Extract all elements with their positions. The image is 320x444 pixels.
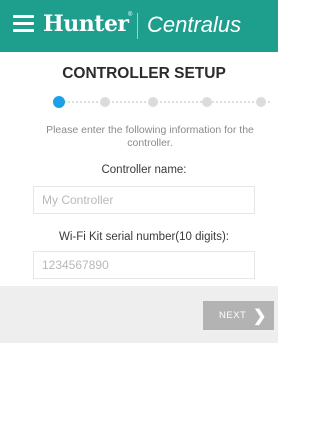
chevron-right-icon: ❯: [253, 308, 267, 325]
header-divider: [137, 13, 138, 39]
hamburger-menu-icon[interactable]: [13, 15, 34, 33]
controller-name-label: Controller name:: [101, 164, 187, 176]
instructions-text: Please enter the following information f…: [46, 124, 254, 149]
main-content: CONTROLLER SETUP Please enter the follow…: [0, 52, 278, 444]
next-button-label: NEXT: [219, 310, 247, 321]
step-3-indicator: [148, 97, 158, 107]
step-1-indicator: [53, 96, 65, 108]
step-2-indicator: [100, 97, 110, 107]
controller-name-input[interactable]: [33, 186, 255, 214]
next-button[interactable]: NEXT ❯: [203, 301, 274, 330]
step-5-indicator: [256, 97, 266, 107]
serial-number-label: Wi-Fi Kit serial number(10 digits):: [59, 231, 229, 243]
registered-mark: ®: [128, 12, 133, 18]
app-header: Hunter ® Centralus: [0, 0, 278, 52]
page-title: CONTROLLER SETUP: [62, 65, 226, 82]
action-bar: NEXT ❯: [0, 286, 278, 343]
brand-logo: Hunter: [43, 11, 129, 37]
product-name: Centralus: [147, 12, 242, 37]
serial-number-input[interactable]: [33, 251, 255, 279]
step-progress-line: [60, 101, 270, 103]
step-4-indicator: [202, 97, 212, 107]
